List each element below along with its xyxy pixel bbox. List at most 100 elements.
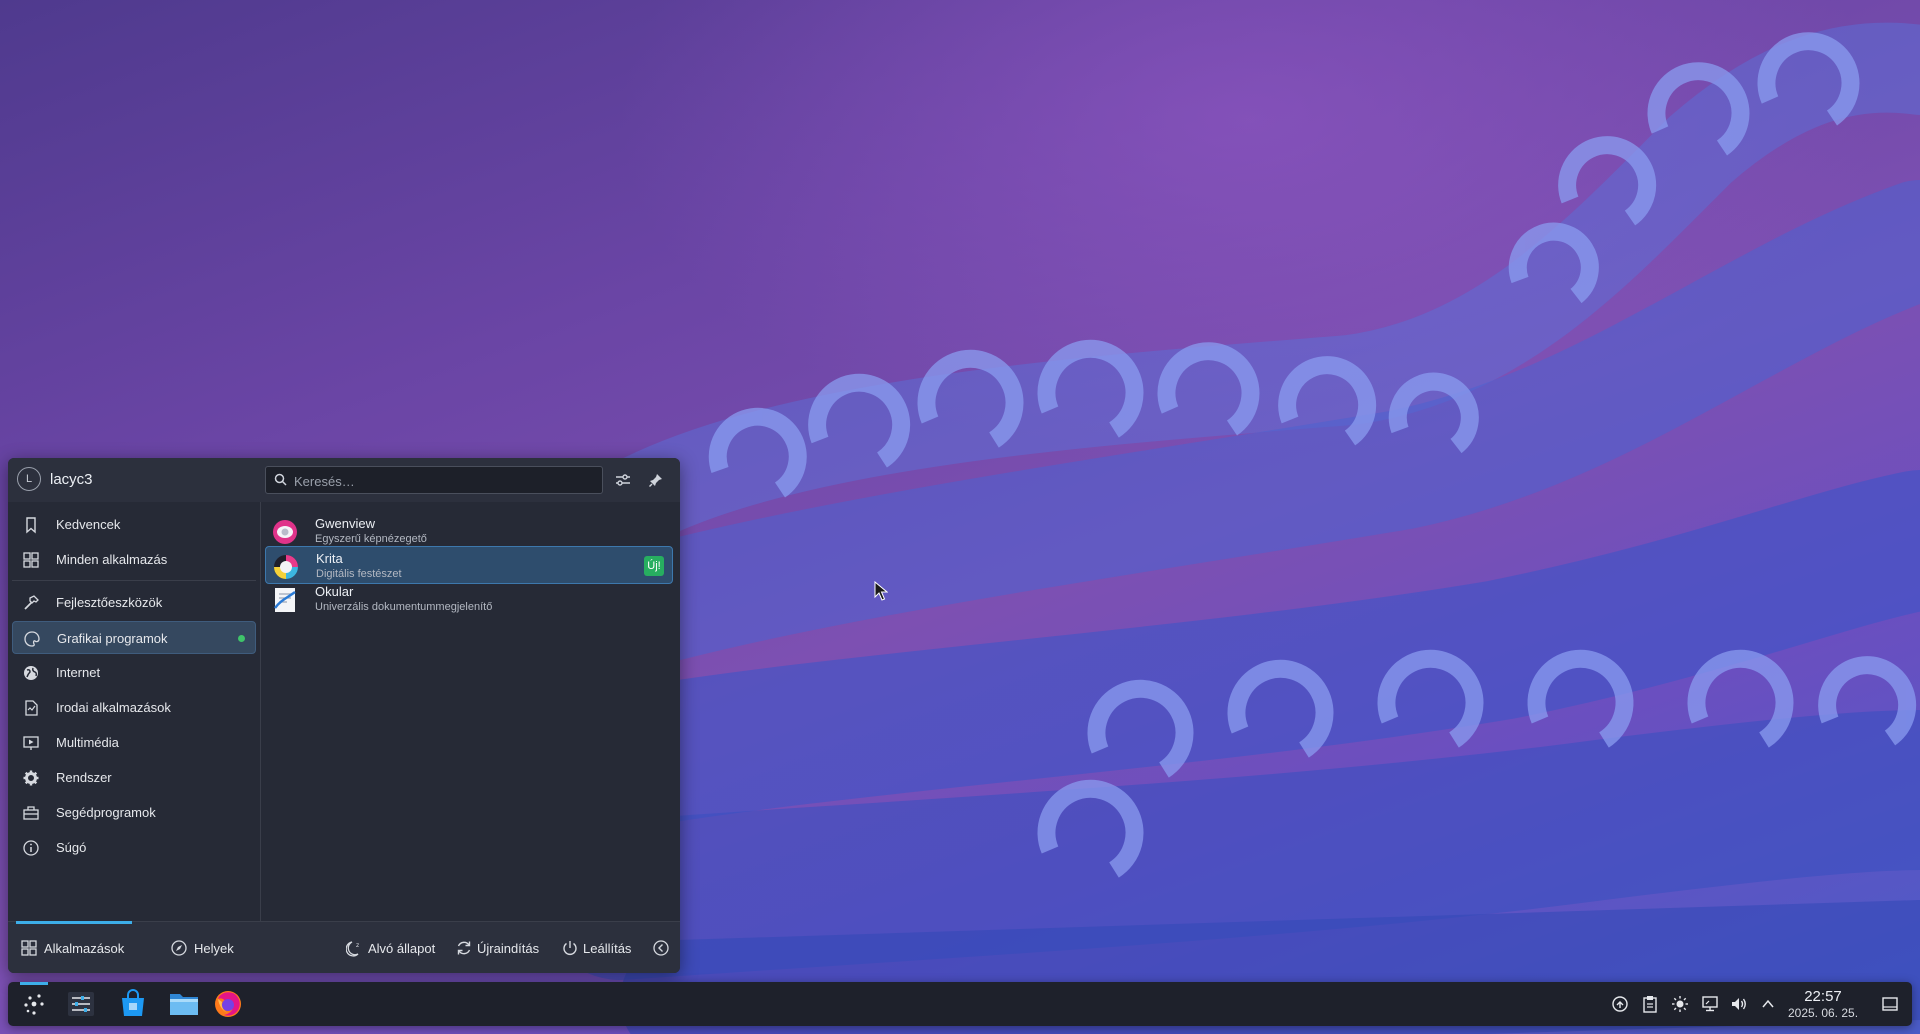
tray-network[interactable] — [1610, 994, 1630, 1014]
category-label: Segédprogramok — [56, 805, 156, 820]
chevron-left-icon — [653, 940, 669, 956]
tray-clipboard[interactable] — [1640, 994, 1660, 1014]
okular-icon — [274, 588, 296, 612]
digital-clock[interactable]: 22:57 2025. 06. 25. — [1778, 988, 1868, 1020]
category-favorites[interactable]: Kedvencek — [12, 508, 256, 541]
category-label: Súgó — [56, 840, 87, 855]
grid-icon — [21, 940, 37, 956]
tray-expand-button[interactable] — [1758, 994, 1778, 1014]
new-badge: Új! — [644, 556, 664, 576]
globe-icon — [24, 666, 38, 680]
tab-label: Alkalmazások — [44, 941, 125, 956]
show-desktop-icon — [1882, 997, 1898, 1011]
tray-volume[interactable] — [1729, 994, 1749, 1014]
tab-applications[interactable]: Alkalmazások — [12, 921, 136, 973]
app-launcher-icon — [24, 994, 44, 1015]
tab-label: Helyek — [194, 941, 234, 956]
category-label: Grafikai programok — [57, 631, 168, 646]
application-launcher: L lacyc3 Kedvencek Minden alkalmazás Fej… — [8, 458, 680, 973]
shutdown-button[interactable]: Leállítás — [561, 922, 641, 973]
app-item-krita[interactable]: Krita Digitális festészet Új! — [265, 546, 673, 584]
file-manager-icon — [170, 994, 198, 1015]
search-icon — [274, 473, 287, 491]
category-development[interactable]: Fejlesztőeszközök — [12, 586, 256, 619]
krita-icon — [274, 555, 298, 579]
more-session-options-button[interactable] — [652, 922, 674, 973]
restart-icon — [457, 941, 471, 955]
category-internet[interactable]: Internet — [12, 656, 256, 689]
taskbar: 22:57 2025. 06. 25. — [8, 982, 1912, 1026]
category-label: Internet — [56, 665, 101, 680]
active-tab-indicator — [16, 921, 132, 924]
toolbox-icon — [23, 806, 39, 820]
category-office[interactable]: Irodai alkalmazások — [12, 691, 256, 724]
shutdown-label: Leállítás — [583, 941, 632, 956]
restart-label: Újraindítás — [477, 941, 540, 956]
app-description: Egyszerű képnézegető — [315, 533, 427, 545]
new-items-indicator — [238, 635, 245, 642]
avatar[interactable]: L — [17, 467, 41, 491]
category-multimedia[interactable]: Multimédia — [12, 726, 256, 759]
configure-button[interactable] — [611, 468, 635, 492]
app-description: Univerzális dokumentummegjelenítő — [315, 601, 493, 613]
firefox-icon — [215, 991, 241, 1017]
category-label: Kedvencek — [56, 517, 121, 532]
clipboard-icon — [1643, 996, 1657, 1013]
system-settings-icon — [68, 992, 94, 1016]
app-launcher-button[interactable] — [12, 982, 56, 1023]
multimedia-icon — [23, 736, 39, 750]
category-system[interactable]: Rendszer — [12, 761, 256, 794]
discover-store-icon — [122, 989, 144, 1016]
app-description: Digitális festészet — [316, 568, 402, 580]
app-name: Gwenview — [315, 516, 375, 531]
clock-time: 22:57 — [1804, 988, 1842, 1005]
category-all-applications[interactable]: Minden alkalmazás — [12, 543, 256, 576]
clock-date: 2025. 06. 25. — [1787, 1006, 1859, 1020]
restart-button[interactable]: Újraindítás — [455, 922, 555, 973]
category-help[interactable]: Súgó — [12, 831, 256, 864]
pin-button[interactable] — [644, 468, 668, 492]
hammer-icon — [24, 595, 39, 610]
launcher-footer: Alkalmazások Helyek z Alvó állapot Újrai… — [8, 921, 680, 973]
power-icon — [563, 941, 577, 955]
show-desktop-button[interactable] — [1880, 994, 1900, 1014]
category-label: Rendszer — [56, 770, 112, 785]
taskbar-discover[interactable] — [111, 985, 155, 1023]
category-utilities[interactable]: Segédprogramok — [12, 796, 256, 829]
grid-icon — [23, 552, 39, 568]
svg-text:z: z — [356, 942, 359, 949]
category-label: Multimédia — [56, 735, 119, 750]
sleep-icon: z — [346, 941, 359, 957]
chevron-up-icon — [1762, 999, 1774, 1008]
info-icon — [23, 840, 39, 856]
username: lacyc3 — [50, 471, 93, 488]
category-label: Minden alkalmazás — [56, 552, 168, 567]
graphics-icon — [24, 631, 40, 647]
taskbar-firefox[interactable] — [206, 985, 250, 1023]
category-label: Fejlesztőeszközök — [56, 595, 163, 610]
category-sidebar: Kedvencek Minden alkalmazás Fejlesztőesz… — [8, 502, 261, 921]
search-input[interactable] — [292, 470, 596, 492]
bookmark-icon — [26, 517, 36, 534]
taskbar-file-manager[interactable] — [162, 985, 206, 1023]
sleep-label: Alvó állapot — [368, 941, 436, 956]
app-name: Okular — [315, 584, 354, 599]
category-label: Irodai alkalmazások — [56, 700, 171, 715]
taskbar-system-settings[interactable] — [59, 985, 103, 1023]
tab-places[interactable]: Helyek — [158, 922, 248, 973]
launcher-header: L lacyc3 — [8, 458, 680, 502]
gwenview-icon — [273, 520, 297, 544]
sliders-icon — [616, 474, 630, 486]
brightness-icon — [1672, 996, 1688, 1012]
display-icon — [1702, 996, 1718, 1012]
gear-icon — [23, 770, 39, 786]
category-separator — [12, 580, 256, 581]
app-item-okular[interactable]: Okular Univerzális dokumentummegjelenítő — [265, 580, 673, 618]
tray-display[interactable] — [1700, 994, 1720, 1014]
app-item-gwenview[interactable]: Gwenview Egyszerű képnézegető — [265, 512, 673, 550]
category-graphics[interactable]: Grafikai programok — [12, 621, 256, 654]
tray-brightness[interactable] — [1670, 994, 1690, 1014]
sleep-button[interactable]: z Alvó állapot — [346, 922, 446, 973]
mouse-cursor-icon — [874, 581, 888, 601]
search-field[interactable] — [265, 466, 603, 494]
